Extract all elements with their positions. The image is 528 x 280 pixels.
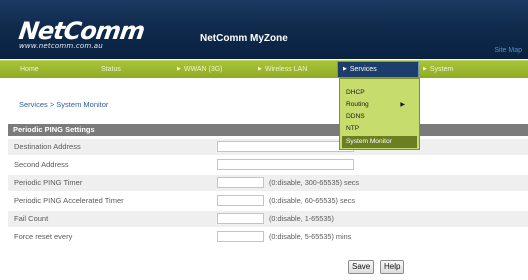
app-title: NetComm MyZone [200, 33, 288, 44]
destination-address-input[interactable] [217, 141, 354, 152]
nav-status-label: Status [101, 66, 121, 73]
fail-count-label: Fail Count [14, 214, 49, 223]
main-nav: Home Status ▶ WWAN (3G) ▶ Wireless LAN ▶ Se… [0, 60, 528, 78]
nav-status[interactable]: Status [101, 61, 121, 79]
site-map-link[interactable]: Site Map [494, 47, 522, 54]
section-header: Periodic PING Settings [8, 124, 528, 136]
arrow-right-icon: ▶ [343, 66, 347, 72]
services-dropdown: DHCP Routing ▶ DDNS NTP System Monitor [339, 78, 420, 150]
nav-wwan[interactable]: ▶ WWAN (3G) [177, 61, 222, 79]
ping-timer-input[interactable] [217, 177, 264, 188]
second-address-label: Second Address [14, 160, 69, 169]
nav-services-label: Services [349, 66, 377, 73]
breadcrumb: Services > System Monitor [19, 100, 109, 109]
row-ping-accelerated-timer: Periodic PING Accelerated Timer (0:disab… [8, 193, 528, 209]
row-fail-count: Fail Count (0:disable, 1-65535) [8, 211, 528, 227]
logo-text: NetComm [17, 17, 146, 45]
header-banner: NetComm www.netcomm.com.au NetComm MyZon… [0, 0, 528, 59]
menu-item-ddns-label: DDNS [346, 113, 365, 120]
arrow-right-icon: ▶ [423, 66, 427, 72]
fail-count-hint: (0:disable, 1-65535) [269, 214, 334, 223]
menu-item-routing-label: Routing [346, 101, 369, 108]
nav-home[interactable]: Home [20, 61, 39, 79]
menu-item-ddns[interactable]: DDNS [340, 111, 419, 123]
fail-count-input[interactable] [217, 213, 264, 224]
netcomm-logo[interactable]: NetComm www.netcomm.com.au [17, 17, 146, 50]
row-destination-address: Destination Address [8, 139, 528, 155]
ping-timer-label: Periodic PING Timer [14, 178, 83, 187]
menu-item-dhcp[interactable]: DHCP [340, 87, 419, 99]
arrow-right-icon: ▶ [177, 66, 181, 72]
nav-services[interactable]: ▶ Services [337, 61, 419, 78]
destination-address-label: Destination Address [14, 142, 81, 151]
row-second-address: Second Address [8, 157, 528, 173]
help-button[interactable]: Help [380, 260, 405, 274]
nav-wireless-lan-label: Wireless LAN [264, 66, 308, 73]
menu-item-system-monitor-label: System Monitor [346, 138, 392, 145]
row-ping-timer: Periodic PING Timer (0:disable, 300-6553… [8, 175, 528, 191]
menu-item-dhcp-label: DHCP [346, 89, 365, 96]
nav-wwan-label: WWAN (3G) [183, 66, 223, 73]
nav-wireless-lan[interactable]: ▶ Wireless LAN [258, 61, 307, 79]
ping-timer-hint: (0:disable, 300-65535) secs [269, 178, 360, 187]
menu-item-ntp-label: NTP [346, 125, 360, 132]
force-reset-input[interactable] [217, 231, 264, 242]
menu-item-routing[interactable]: Routing ▶ [340, 99, 419, 111]
ping-accelerated-timer-label: Periodic PING Accelerated Timer [14, 196, 124, 205]
menu-item-ntp[interactable]: NTP [340, 123, 419, 135]
nav-system-label: System [429, 66, 454, 73]
arrow-right-icon: ▶ [258, 66, 262, 72]
submenu-arrow-icon: ▶ [400, 102, 405, 108]
force-reset-hint: (0:disable, 5-65535) mins [269, 232, 352, 241]
save-button[interactable]: Save [348, 260, 375, 274]
row-force-reset: Force reset every (0:disable, 5-65535) m… [8, 229, 528, 245]
ping-accelerated-timer-input[interactable] [217, 195, 264, 206]
ping-accelerated-timer-hint: (0:disable, 60-65535) secs [269, 196, 355, 205]
menu-item-system-monitor[interactable]: System Monitor [342, 136, 417, 148]
second-address-input[interactable] [217, 159, 354, 170]
force-reset-label: Force reset every [14, 232, 73, 241]
nav-home-label: Home [20, 66, 39, 73]
nav-system[interactable]: ▶ System [423, 61, 453, 79]
